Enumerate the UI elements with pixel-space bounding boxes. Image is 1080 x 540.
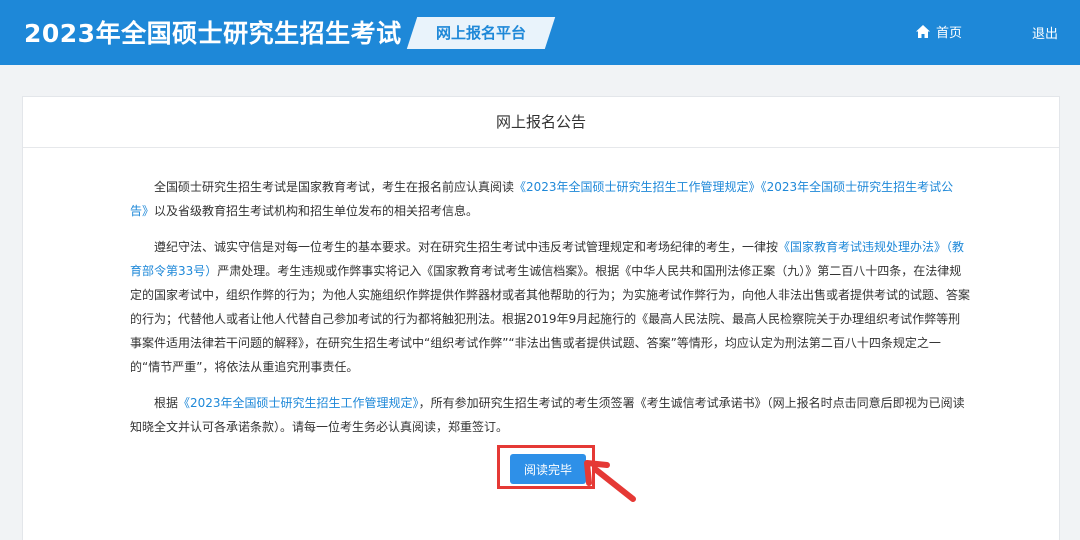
notice-text: 根据 [154, 396, 179, 410]
nav-logout-link[interactable]: 退出 [1032, 23, 1058, 42]
nav-home-label: 首页 [936, 26, 963, 41]
notice-paragraph-3: 根据《2023年全国硕士研究生招生工作管理规定》，所有参加研究生招生考试的考生须… [130, 391, 970, 439]
notice-text: 以及省级教育招生考试机构和招生单位发布的相关招考信息。 [154, 204, 479, 218]
top-header: 2023年全国硕士研究生招生考试 网上报名平台 首页 退出 [0, 0, 1080, 65]
notice-paragraph-1: 全国硕士研究生招生考试是国家教育考试，考生在报名前应认真阅读《2023年全国硕士… [130, 175, 970, 223]
nav-home-link[interactable]: 首页 [916, 22, 962, 41]
site-title: 2023年全国硕士研究生招生考试 [24, 19, 402, 48]
notice-text: 全国硕士研究生招生考试是国家教育考试，考生在报名前应认真阅读 [154, 180, 515, 194]
platform-tag: 网上报名平台 [435, 24, 526, 42]
link-admission-regulation[interactable]: 《2023年全国硕士研究生招生工作管理规定》 [514, 180, 761, 194]
link-admission-regulation-2[interactable]: 《2023年全国硕士研究生招生工作管理规定》 [178, 396, 419, 410]
home-icon [916, 25, 930, 38]
panel-title: 网上报名公告 [23, 97, 1059, 148]
notice-panel: 网上报名公告 全国硕士研究生招生考试是国家教育考试，考生在报名前应认真阅读《20… [22, 96, 1060, 540]
notice-content: 全国硕士研究生招生考试是国家教育考试，考生在报名前应认真阅读《2023年全国硕士… [130, 175, 970, 451]
notice-paragraph-2: 遵纪守法、诚实守信是对每一位考生的基本要求。对在研究生招生考试中违反考试管理规定… [130, 235, 970, 379]
read-complete-button[interactable]: 阅读完毕 [510, 454, 586, 484]
notice-text: 严肃处理。考生违规或作弊事实将记入《国家教育考试考生诚信档案》。根据《中华人民共… [130, 264, 971, 374]
notice-text: 遵纪守法、诚实守信是对每一位考生的基本要求。对在研究生招生考试中违反考试管理规定… [154, 240, 779, 254]
pointer-arrow-icon [584, 460, 636, 502]
